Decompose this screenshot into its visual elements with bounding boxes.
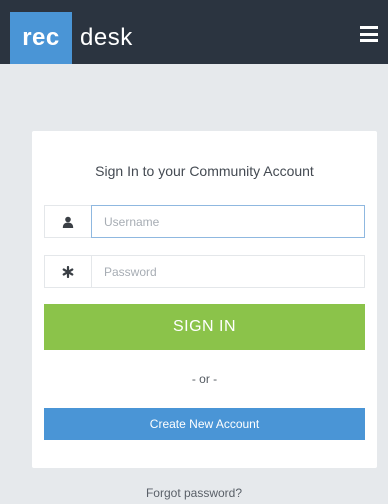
password-input[interactable]: [91, 255, 365, 288]
logo-rec[interactable]: rec: [10, 12, 72, 64]
sign-in-button[interactable]: SIGN IN: [44, 304, 365, 350]
login-title: Sign In to your Community Account: [95, 163, 314, 179]
username-input[interactable]: [91, 205, 365, 238]
asterisk-icon: [44, 255, 91, 288]
username-field-group: [44, 205, 365, 238]
or-divider-text: - or -: [191, 372, 218, 386]
create-account-button[interactable]: Create New Account: [44, 408, 365, 440]
hamburger-menu-icon[interactable]: [360, 26, 378, 42]
top-navbar: rec desk: [0, 0, 388, 64]
login-card: Sign In to your Community Account SIGN I…: [32, 131, 377, 468]
user-icon: [44, 205, 91, 238]
logo-desk[interactable]: desk: [80, 12, 133, 64]
forgot-password-link[interactable]: Forgot password?: [0, 486, 388, 500]
password-field-group: [44, 255, 365, 288]
